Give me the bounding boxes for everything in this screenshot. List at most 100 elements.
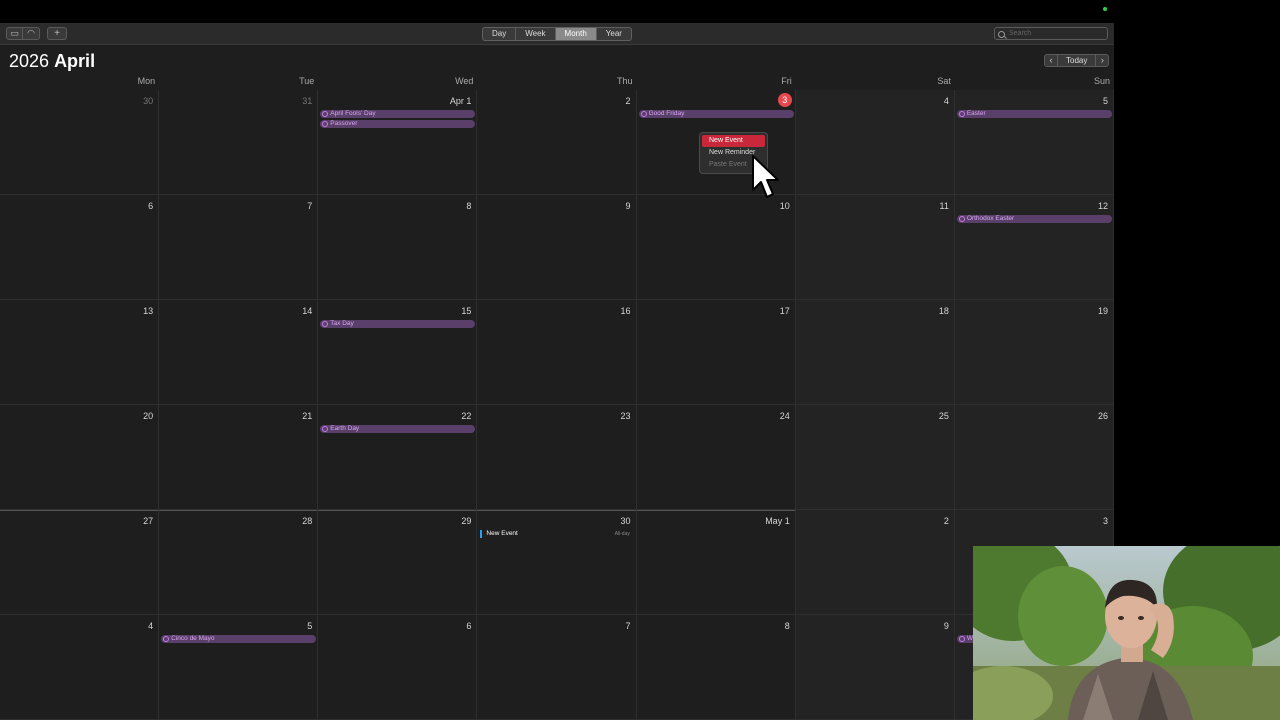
day-cell[interactable]: 9 <box>795 615 955 720</box>
event-title: Passover <box>330 120 358 127</box>
day-cell[interactable]: 19 <box>954 300 1114 405</box>
weekday-sun: Sun <box>1093 76 1110 86</box>
event-title: Tax Day <box>330 320 354 327</box>
day-number: 18 <box>938 306 949 316</box>
holiday-icon <box>322 426 329 432</box>
timed-event[interactable]: New Event <box>480 530 518 538</box>
day-cell[interactable]: 7 <box>159 195 319 300</box>
holiday-event[interactable]: Earth Day <box>320 425 476 433</box>
day-number: 16 <box>620 306 631 316</box>
calendars-icon[interactable]: ▭ <box>7 28 23 39</box>
toolbar: ▭ ◠ + Day Week Month Year Search <box>0 23 1114 45</box>
day-number: 31 <box>302 96 313 106</box>
menu-item-new-event[interactable]: New Event <box>702 135 765 147</box>
view-month[interactable]: Month <box>555 28 597 40</box>
day-cell[interactable]: May 1 <box>636 510 796 615</box>
day-cell[interactable]: 18 <box>795 300 955 405</box>
day-number: May 1 <box>765 516 790 526</box>
day-number: 2 <box>943 516 949 526</box>
search-input[interactable]: Search <box>994 27 1108 40</box>
holiday-event[interactable]: Good Friday <box>638 110 794 118</box>
day-cell[interactable]: 5 <box>159 615 319 720</box>
day-number: 3 <box>1102 516 1108 526</box>
view-day[interactable]: Day <box>483 28 517 40</box>
holiday-event[interactable]: Tax Day <box>320 320 476 328</box>
day-cell[interactable]: 15 <box>318 300 478 405</box>
day-cell[interactable]: 14 <box>159 300 319 405</box>
day-cell[interactable]: 17 <box>636 300 796 405</box>
day-cell[interactable]: 2 <box>795 510 955 615</box>
chevron-left-icon[interactable]: ‹ <box>1045 55 1057 66</box>
day-cell[interactable]: 22 <box>318 405 478 510</box>
day-cell[interactable]: 27 <box>0 510 160 615</box>
day-cell[interactable]: 28 <box>159 510 319 615</box>
holiday-event[interactable]: April Fools' Day <box>320 110 476 118</box>
inbox-icon[interactable]: ◠ <box>23 28 39 39</box>
menu-bar <box>0 0 1280 23</box>
event-title: Good Friday <box>648 110 685 117</box>
day-number: 17 <box>779 306 790 316</box>
day-cell[interactable]: 24 <box>636 405 796 510</box>
day-cell[interactable]: 13 <box>0 300 160 405</box>
day-cell[interactable]: 30 <box>477 510 637 615</box>
day-cell[interactable]: 31 <box>159 90 319 195</box>
day-number: 28 <box>302 516 313 526</box>
day-cell[interactable]: 6 <box>318 615 478 720</box>
day-number: 30 <box>620 516 631 526</box>
day-cell[interactable]: 16 <box>477 300 637 405</box>
holiday-event[interactable]: Orthodox Easter <box>956 215 1112 223</box>
day-cell[interactable]: 9 <box>477 195 637 300</box>
day-cell[interactable]: 29 <box>318 510 478 615</box>
holiday-event[interactable]: Cinco de Mayo <box>161 635 317 643</box>
day-cell[interactable]: 26 <box>954 405 1114 510</box>
day-cell[interactable]: 2 <box>477 90 637 195</box>
day-cell[interactable]: Apr 1 <box>318 90 478 195</box>
day-number: 25 <box>938 411 949 421</box>
day-cell[interactable]: 30 <box>0 90 160 195</box>
day-cell[interactable]: 4 <box>795 90 955 195</box>
add-event-button[interactable]: + <box>47 27 67 40</box>
day-cell[interactable]: 11 <box>795 195 955 300</box>
day-cell[interactable]: 20 <box>0 405 160 510</box>
day-cell[interactable]: 25 <box>795 405 955 510</box>
search-icon <box>998 31 1005 38</box>
day-cell[interactable]: 23 <box>477 405 637 510</box>
webcam-overlay <box>973 546 1280 720</box>
timed-event-time: All-day <box>614 531 630 537</box>
holiday-icon <box>958 216 965 222</box>
day-number: 7 <box>625 621 631 631</box>
day-cell[interactable]: 7 <box>477 615 637 720</box>
day-cell[interactable]: 8 <box>636 615 796 720</box>
day-number: 22 <box>461 411 472 421</box>
day-number: 6 <box>466 621 472 631</box>
holiday-icon <box>322 321 329 327</box>
day-number: 29 <box>461 516 472 526</box>
holiday-icon <box>322 111 329 117</box>
chevron-right-icon[interactable]: › <box>1096 55 1108 66</box>
date-navigation: ‹ Today › <box>1044 54 1110 67</box>
day-cell[interactable]: 12 <box>954 195 1114 300</box>
view-year[interactable]: Year <box>597 28 631 40</box>
day-cell[interactable]: 8 <box>318 195 478 300</box>
today-button[interactable]: Today <box>1057 55 1097 66</box>
holiday-event[interactable]: Passover <box>320 120 476 128</box>
day-number: 8 <box>466 201 472 211</box>
day-cell[interactable]: 21 <box>159 405 319 510</box>
weekday-fri: Fri <box>781 76 792 86</box>
day-cell[interactable]: 4 <box>0 615 160 720</box>
day-cell[interactable]: 6 <box>0 195 160 300</box>
webcam-person-image <box>973 546 1280 720</box>
day-number: 13 <box>143 306 154 316</box>
holiday-event[interactable]: Easter <box>956 110 1112 118</box>
month-grid: 30 31 Apr 1 2 3 4 5 6 7 8 9 10 11 12 13 14 15 16 17 18 19 20 2… <box>0 90 1114 720</box>
day-cell[interactable]: 10 <box>636 195 796 300</box>
day-number: 4 <box>943 96 949 106</box>
view-week[interactable]: Week <box>516 28 556 40</box>
weekday-thu: Thu <box>617 76 633 86</box>
page-title: 2026 April <box>9 51 95 72</box>
day-number: Apr 1 <box>449 96 472 106</box>
event-title: Orthodox Easter <box>966 215 1015 222</box>
camera-indicator-icon <box>1103 7 1107 11</box>
day-cell[interactable]: 5 <box>954 90 1114 195</box>
day-number: 8 <box>784 621 790 631</box>
